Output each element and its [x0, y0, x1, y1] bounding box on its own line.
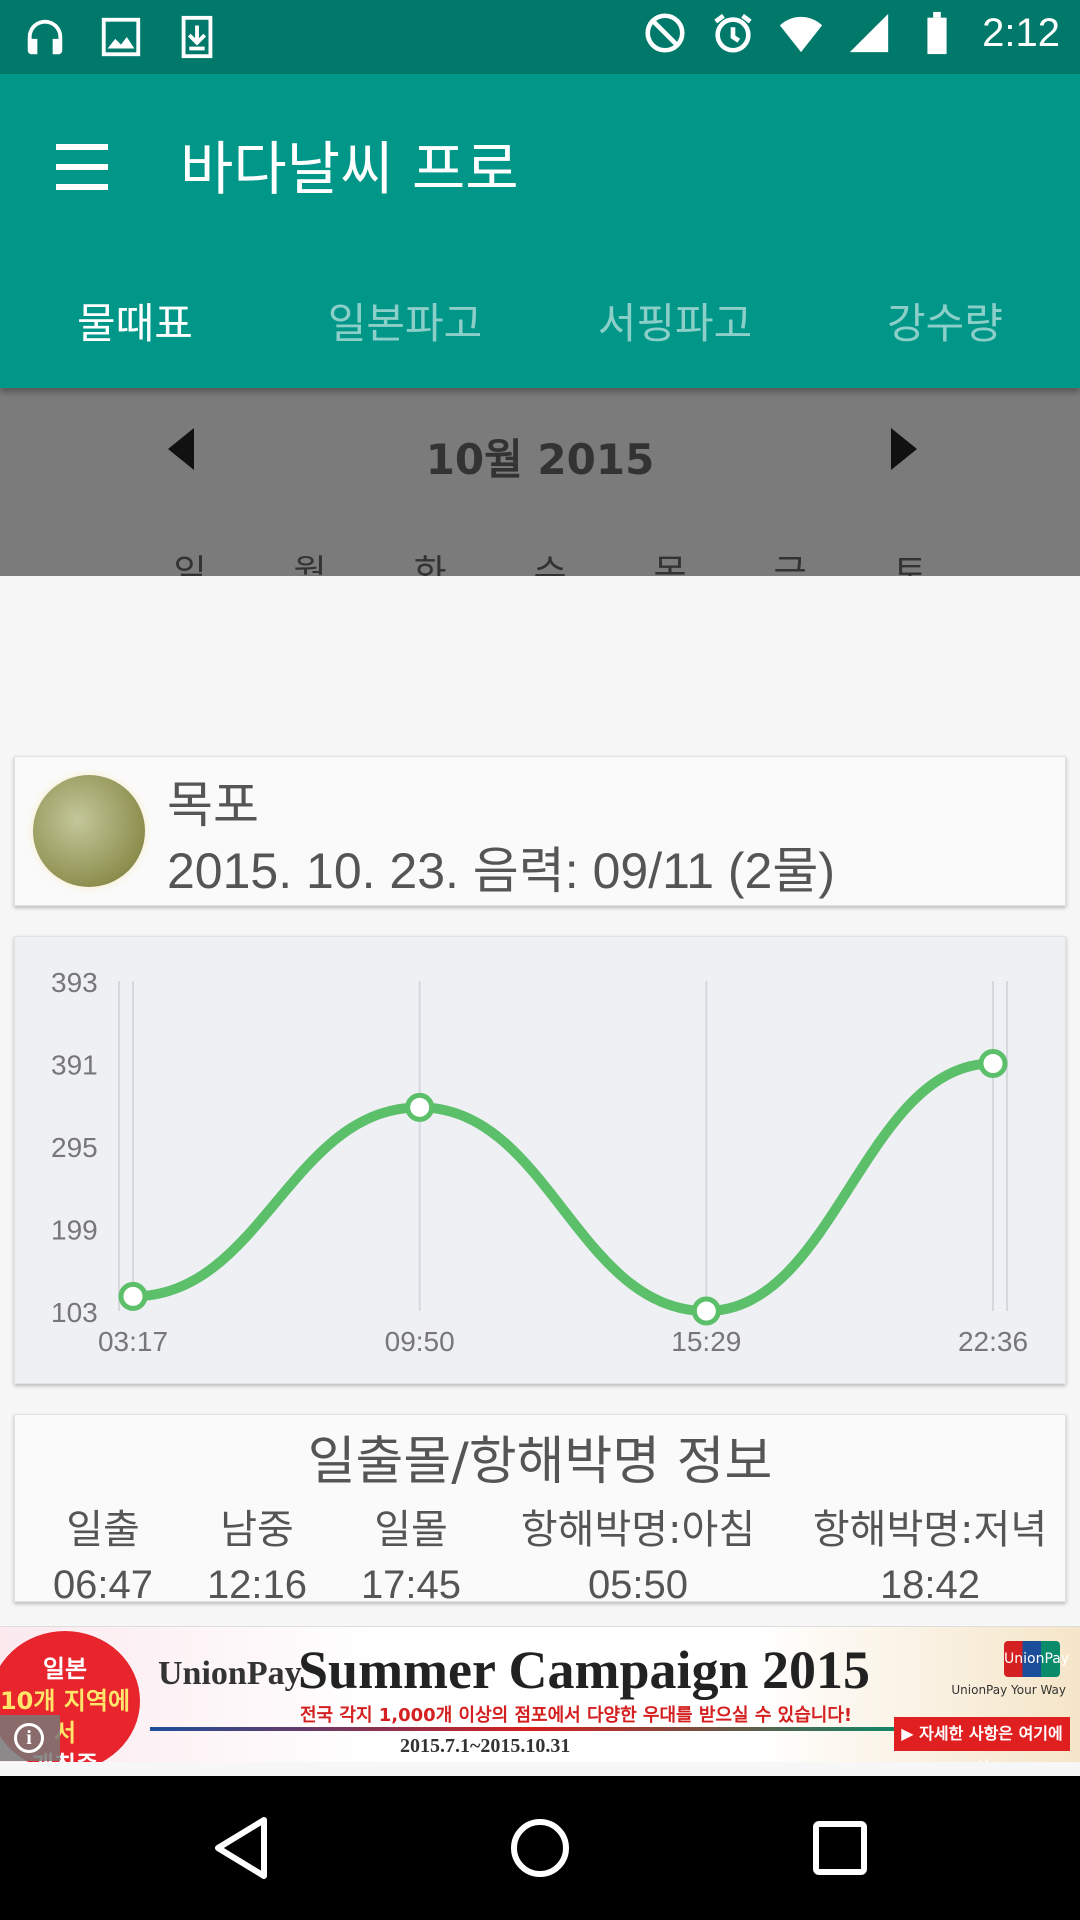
status-bar-right: 2:12 — [642, 10, 1060, 56]
transit-column: 남중 12:16 — [187, 1497, 327, 1608]
location-card[interactable]: 목포 2015. 10. 23. 음력: 09/11 (2물) — [14, 756, 1066, 906]
weekday-label: 일 — [173, 553, 207, 576]
ad-cta-button[interactable]: ▶ 자세한 사항은 여기에서 — [894, 1717, 1070, 1762]
tide-point — [691, 1296, 721, 1326]
y-tick-label: 199 — [51, 1215, 98, 1246]
tide-point — [405, 1092, 435, 1122]
x-tick-label: 15:29 — [671, 1326, 741, 1357]
unionpay-logo: UnionPay — [1004, 1641, 1069, 1677]
ad-banner[interactable]: 일본 10개 지역에서 개최중 UnionPay Summer Campaign… — [0, 1626, 1080, 1762]
moon-phase-icon — [33, 775, 145, 887]
sun-info-card: 일출몰/항해박명 정보 일출 06:47 남중 12:16 일몰 17:45 항… — [14, 1414, 1066, 1607]
headphones-icon — [27, 19, 63, 55]
download-icon — [181, 15, 213, 59]
status-bar-left — [22, 14, 220, 60]
date-lunar-line: 2015. 10. 23. 음력: 09/11 (2물) — [167, 843, 836, 899]
ad-badge-line1: 일본 — [42, 1655, 88, 1683]
nautical-twilight-evening-label: 항해박명:저녁 — [812, 1507, 1048, 1553]
y-tick-label: 391 — [51, 1050, 98, 1081]
home-icon[interactable] — [504, 1812, 576, 1884]
ad-stripe — [150, 1727, 910, 1731]
app-title: 바다날씨 프로 — [180, 135, 519, 203]
back-icon[interactable] — [206, 1812, 278, 1884]
x-tick-label: 22:36 — [958, 1326, 1028, 1357]
ad-subtitle: 전국 각지 1,000개 이상의 점포에서 다양한 우대를 받으실 수 있습니다… — [300, 1705, 853, 1726]
tide-point — [978, 1049, 1008, 1078]
weekday-row: 일 월 화 수 목 금 토 — [130, 544, 970, 576]
weekday-label: 목 — [653, 553, 687, 576]
sunrise-label: 일출 — [66, 1507, 140, 1553]
weekday-label: 화 — [413, 553, 447, 576]
transit-value: 12:16 — [206, 1563, 308, 1607]
x-tick-label: 09:50 — [385, 1326, 455, 1357]
sunset-value: 17:45 — [360, 1563, 462, 1607]
sunset-label: 일몰 — [374, 1507, 448, 1553]
y-tick-label: 393 — [51, 967, 98, 998]
weekday-label: 금 — [773, 553, 807, 576]
nautical-twilight-evening-value: 18:42 — [879, 1563, 981, 1607]
hamburger-icon-bar — [56, 164, 108, 170]
sunrise-column: 일출 06:47 — [33, 1497, 173, 1608]
signal-icon — [849, 13, 889, 53]
tab-bar: 물때표 일본파고 서핑파고 강수량 — [0, 260, 1080, 388]
sunrise-value: 06:47 — [52, 1563, 154, 1607]
status-bar: 2:12 — [0, 0, 1080, 74]
sun-info-title: 일출몰/항해박명 정보 — [307, 1432, 773, 1492]
weekday-label: 월 — [293, 553, 327, 576]
tide-point — [118, 1281, 148, 1311]
ad-dates: 2015.7.1~2015.10.31 — [400, 1735, 571, 1757]
tab-tide-table[interactable]: 물때표 — [0, 260, 270, 388]
battery-icon — [927, 11, 947, 55]
tide-line — [128, 1058, 998, 1317]
weekday-label: 수 — [533, 553, 567, 576]
tab-precipitation[interactable]: 강수량 — [810, 260, 1080, 388]
wifi-icon — [780, 16, 823, 53]
transit-label: 남중 — [220, 1507, 294, 1553]
ad-brand: UnionPay — [158, 1655, 302, 1692]
tide-chart-card: 393 391 295 199 103 03:17 09:50 15:29 22:36 — [14, 936, 1066, 1384]
sunset-column: 일몰 17:45 — [341, 1497, 481, 1608]
tide-chart: 393 391 295 199 10303:17 09:50 15:29 22:36 — [51, 967, 1028, 1357]
alarm-icon — [714, 13, 752, 53]
hamburger-icon — [56, 144, 108, 150]
app-bar: 바다날씨 프로 물때표 일본파고 서핑파고 강수량 — [0, 74, 1080, 388]
nautical-twilight-morning-value: 05:50 — [587, 1563, 689, 1607]
status-clock: 2:12 — [982, 10, 1060, 55]
nautical-twilight-morning-label: 항해박명:아침 — [520, 1507, 756, 1553]
recents-icon[interactable] — [804, 1812, 876, 1884]
ad-title: Summer Campaign 2015 — [298, 1640, 871, 1700]
info-icon: i — [14, 1723, 44, 1753]
tab-surfing-wave[interactable]: 서핑파고 — [540, 260, 810, 388]
tab-japan-wave[interactable]: 일본파고 — [270, 260, 540, 388]
ad-info-button[interactable]: i — [0, 1715, 60, 1761]
menu-button[interactable] — [50, 134, 120, 204]
navigation-bar — [0, 1776, 1080, 1920]
weekday-label: 토 — [893, 553, 927, 576]
x-tick-label: 03:17 — [98, 1326, 168, 1357]
image-icon — [101, 17, 141, 57]
calendar-header: 10월 2015 일 월 화 수 목 금 토 — [0, 388, 1080, 576]
nautical-twilight-morning-column: 항해박명:아침 05:50 — [493, 1497, 783, 1608]
nautical-twilight-evening-column: 항해박명:저녁 18:42 — [785, 1497, 1075, 1608]
location-name: 목포 — [167, 776, 259, 834]
unionpay-logo-tagline: UnionPay Your Way — [951, 1683, 1066, 1697]
hamburger-icon-bar — [56, 184, 108, 190]
y-tick-label: 103 — [51, 1297, 98, 1328]
do-not-disturb-icon — [645, 13, 685, 53]
next-month-icon[interactable] — [885, 424, 925, 474]
y-tick-label: 295 — [51, 1132, 98, 1163]
